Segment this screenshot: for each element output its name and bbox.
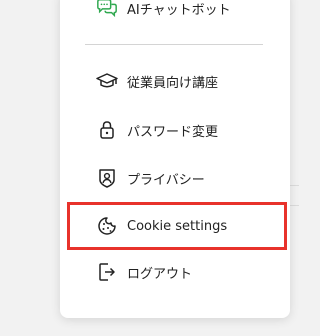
cookie-settings-highlight xyxy=(67,202,287,250)
user-shield-icon xyxy=(96,167,118,189)
menu-item-password-change[interactable]: パスワード変更 xyxy=(96,118,218,142)
lock-icon xyxy=(96,119,118,141)
logout-icon xyxy=(96,261,118,283)
menu-item-logout[interactable]: ログアウト xyxy=(96,260,192,284)
background-line xyxy=(289,185,299,186)
graduation-cap-icon xyxy=(96,70,118,92)
user-menu-dropdown: AIチャットボット 従業員向け講座 パスワード変更 プライバシー Cookie … xyxy=(60,0,290,318)
chat-bubbles-icon xyxy=(96,0,118,19)
menu-item-employee-courses[interactable]: 従業員向け講座 xyxy=(96,69,218,93)
menu-divider xyxy=(85,44,263,45)
menu-item-label: AIチャットボット xyxy=(127,2,231,18)
background-line xyxy=(289,205,299,206)
menu-item-ai-chatbot[interactable]: AIチャットボット xyxy=(96,0,231,20)
menu-item-label: パスワード変更 xyxy=(127,124,219,140)
menu-item-privacy[interactable]: プライバシー xyxy=(96,166,205,190)
menu-item-label: プライバシー xyxy=(127,172,205,188)
menu-item-label: ログアウト xyxy=(127,266,193,282)
menu-item-label: 従業員向け講座 xyxy=(127,75,219,91)
